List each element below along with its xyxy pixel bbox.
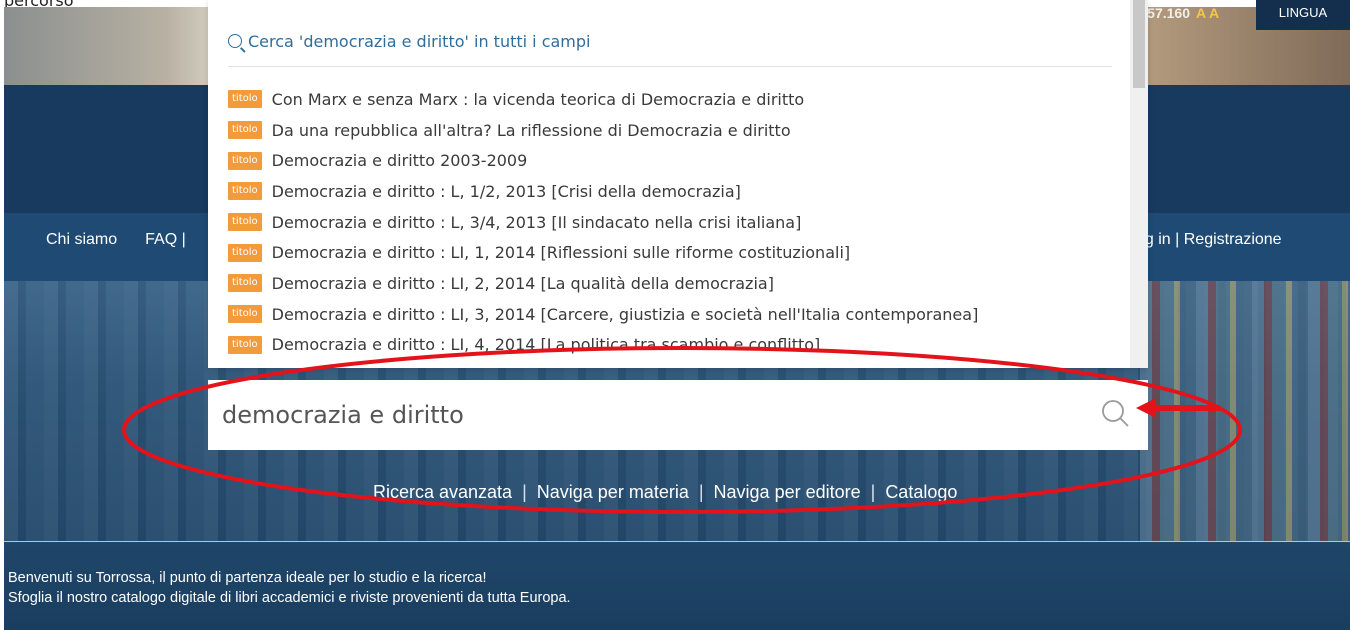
font-size-control[interactable]: ^57.160 A A — [1139, 5, 1219, 21]
suggestion-text: Con Marx e senza Marx : la vicenda teori… — [271, 89, 805, 109]
login-register-link[interactable]: og in | Registrazione — [1136, 231, 1282, 249]
link-separator: | — [698, 482, 704, 502]
suggestion-list: titolo Con Marx e senza Marx : la vicenda… — [228, 84, 978, 360]
titolo-badge: titolo — [228, 151, 262, 170]
titolo-badge: titolo — [228, 213, 262, 232]
language-button[interactable]: LINGUA — [1256, 0, 1350, 30]
titolo-badge: titolo — [228, 335, 262, 354]
search-all-label: Cerca 'democrazia e diritto' in tutti i … — [248, 32, 591, 51]
main-nav: Chi siamo FAQ | — [46, 231, 214, 249]
naviga-materia-link[interactable]: Naviga per materia — [537, 482, 689, 502]
divider — [228, 66, 1112, 67]
suggestion-item[interactable]: titolo Democrazia e diritto : LI, 4, 2014… — [228, 330, 978, 361]
search-links: Ricerca avanzata | Naviga per materia | Navi… — [373, 482, 957, 503]
search-bar — [208, 380, 1148, 450]
suggestion-text: Democrazia e diritto : L, 1/2, 2013 [Cri… — [271, 181, 741, 201]
suggestion-text: Democrazia e diritto : LI, 3, 2014 [Carc… — [271, 304, 979, 324]
suggestion-item[interactable]: titolo Democrazia e diritto : L, 3/4, 201… — [228, 207, 978, 238]
suggestion-item[interactable]: titolo Con Marx e senza Marx : la vicenda… — [228, 84, 978, 115]
suggestion-text: Democrazia e diritto : L, 3/4, 2013 [Il … — [271, 212, 802, 232]
titolo-badge: titolo — [228, 274, 262, 293]
titolo-badge: titolo — [228, 305, 262, 324]
titolo-badge: titolo — [228, 243, 262, 262]
suggestion-item[interactable]: titolo Democrazia e diritto : LI, 1, 2014… — [228, 237, 978, 268]
ricerca-avanzata-link[interactable]: Ricerca avanzata — [373, 482, 512, 502]
nav-faq[interactable]: FAQ | — [145, 231, 186, 248]
welcome-text: Benvenuti su Torrossa, il punto di parte… — [8, 568, 571, 608]
naviga-editore-link[interactable]: Naviga per editore — [714, 482, 861, 502]
welcome-line-1: Benvenuti su Torrossa, il punto di parte… — [8, 570, 487, 586]
dropdown-scrollbar[interactable] — [1130, 0, 1148, 368]
suggestion-text: Democrazia e diritto 2003-2009 — [271, 151, 528, 171]
titolo-badge: titolo — [228, 182, 262, 201]
search-suggestions-dropdown: Cerca 'democrazia e diritto' in tutti i … — [208, 0, 1148, 368]
suggestion-item[interactable]: titolo Democrazia e diritto : LI, 2, 2014… — [228, 268, 978, 299]
suggestion-text: Da una repubblica all'altra? La riflessi… — [271, 120, 791, 140]
suggestion-item[interactable]: titolo Da una repubblica all'altra? La ri… — [228, 115, 978, 146]
suggestion-text: Democrazia e diritto : LI, 4, 2014 [La p… — [271, 335, 821, 355]
suggestion-item[interactable]: titolo Democrazia e diritto : LI, 3, 2014… — [228, 299, 978, 330]
suggestion-text: Democrazia e diritto : LI, 1, 2014 [Rifl… — [271, 243, 851, 263]
search-input[interactable] — [222, 392, 1082, 438]
titolo-badge: titolo — [228, 90, 262, 109]
books-background — [1140, 281, 1350, 541]
welcome-line-2: Sfoglia il nostro catalogo digitale di l… — [8, 590, 571, 606]
nav-chi-siamo[interactable]: Chi siamo — [46, 231, 117, 248]
scrollbar-thumb[interactable] — [1133, 0, 1145, 88]
suggestion-item[interactable]: titolo Democrazia e diritto : L, 1/2, 201… — [228, 176, 978, 207]
link-separator: | — [870, 482, 876, 502]
suggestion-item[interactable]: titolo Democrazia e diritto 2003-2009 — [228, 145, 978, 176]
link-separator: | — [522, 482, 527, 502]
search-all-fields-option[interactable]: Cerca 'democrazia e diritto' in tutti i … — [228, 32, 590, 51]
titolo-badge: titolo — [228, 121, 262, 140]
suggestion-text: Democrazia e diritto : LI, 2, 2014 [La q… — [271, 273, 774, 293]
font-size-buttons[interactable]: A A — [1196, 5, 1219, 21]
search-icon[interactable] — [1100, 398, 1130, 428]
catalogo-link[interactable]: Catalogo — [885, 482, 957, 502]
search-icon — [228, 34, 242, 48]
